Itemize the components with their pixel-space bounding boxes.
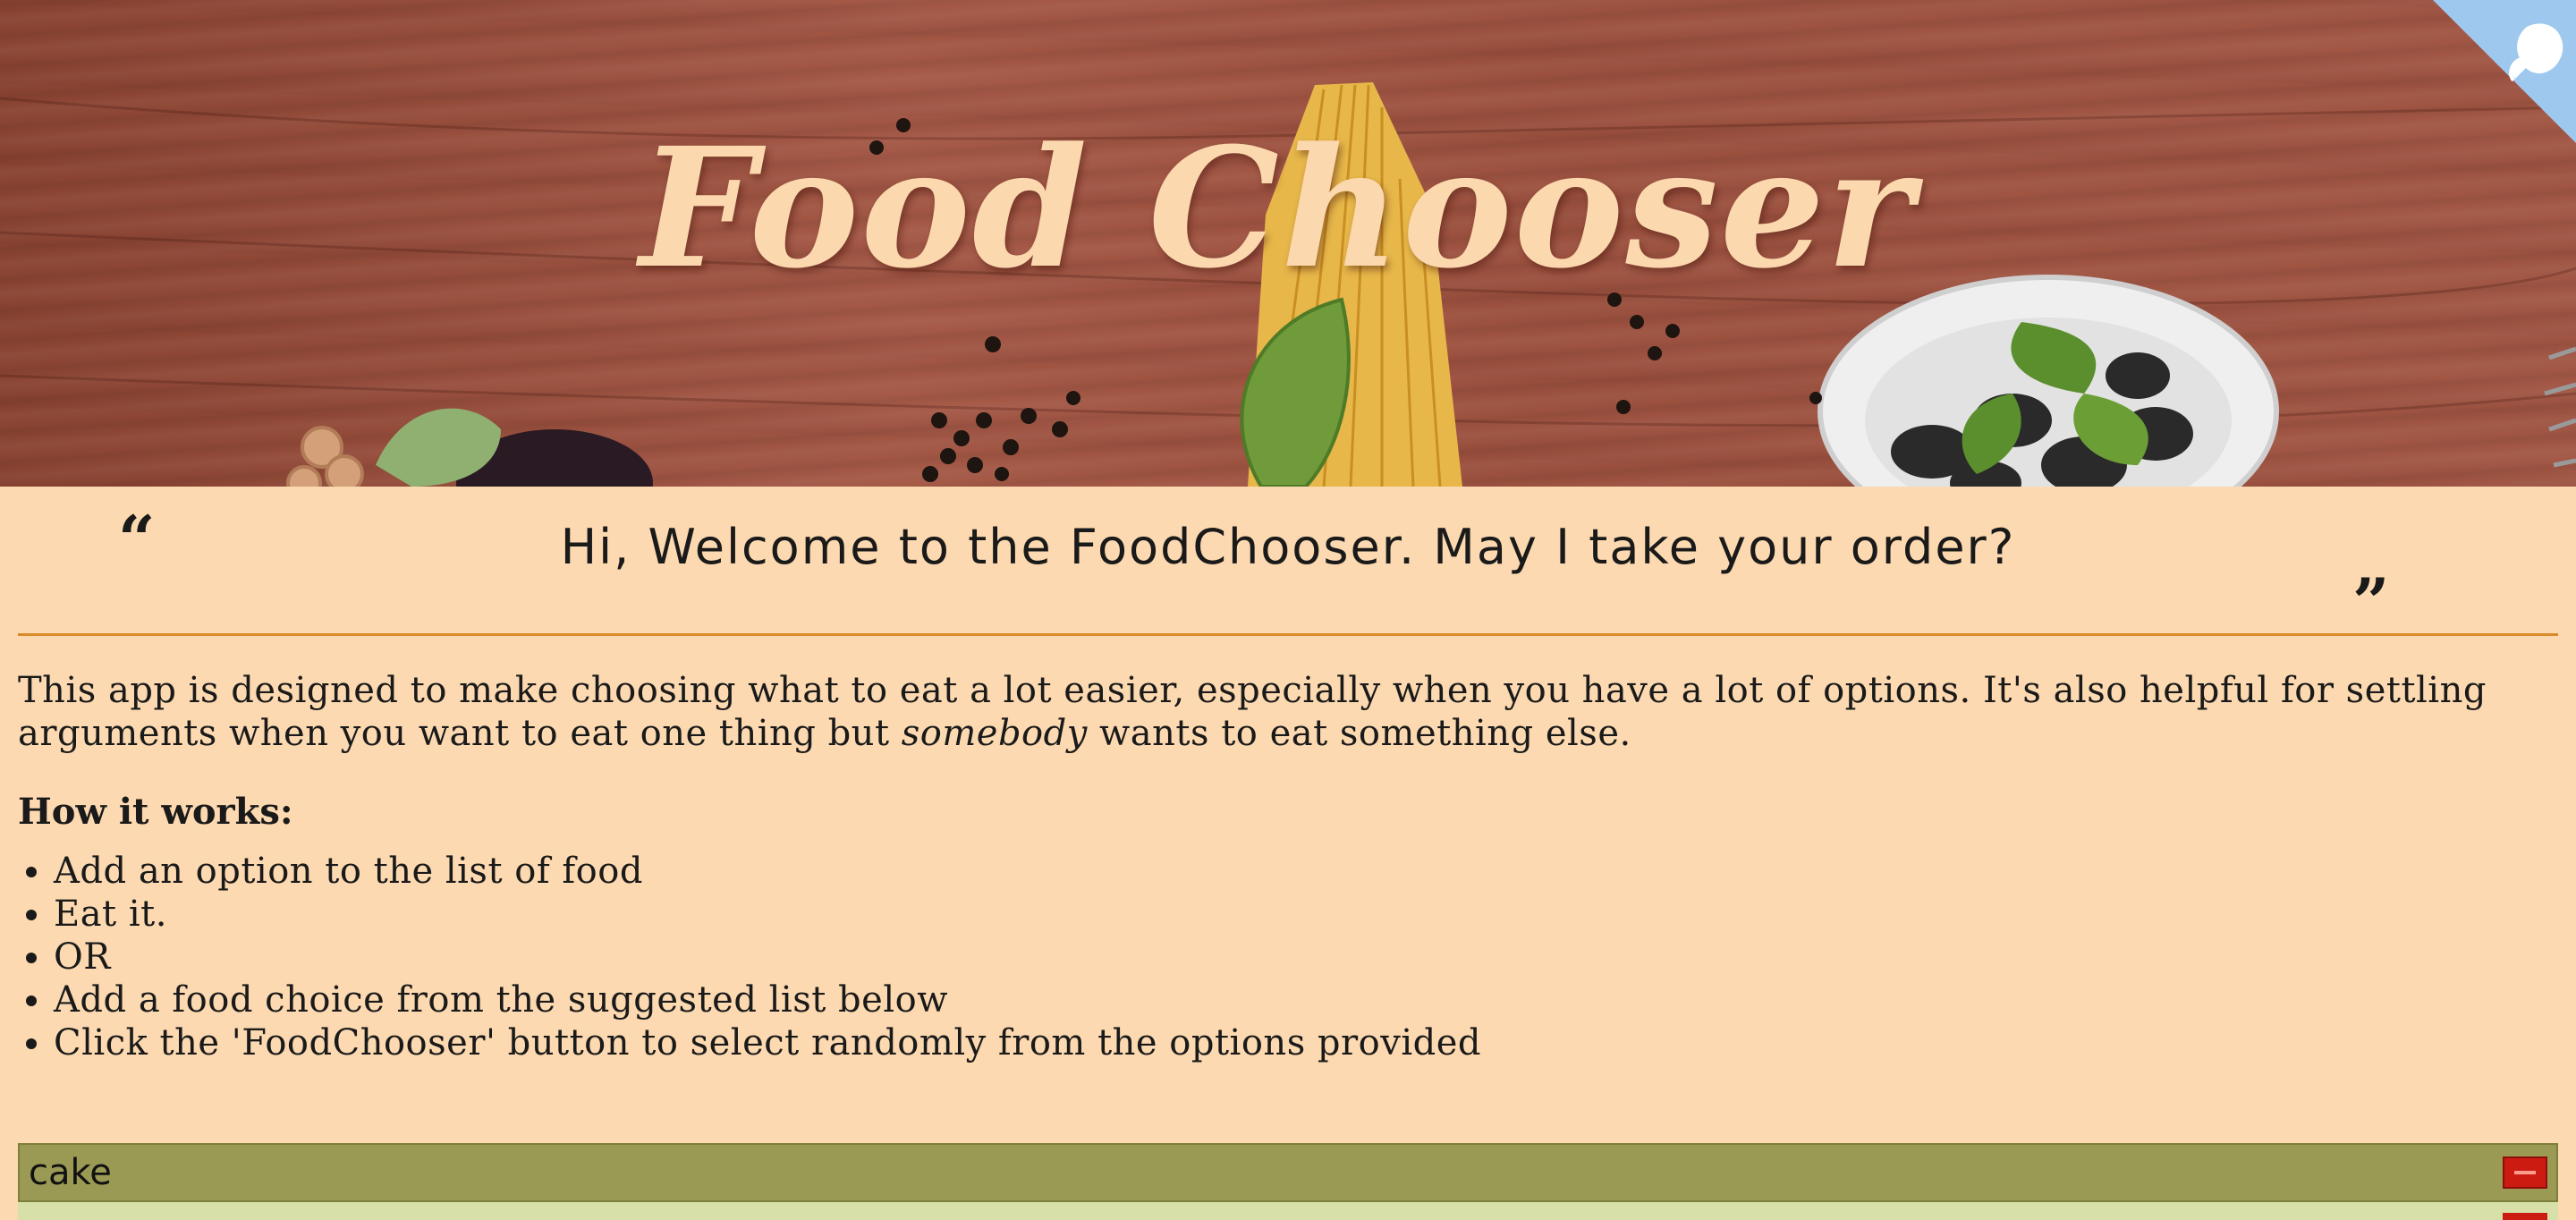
app-title: Food Chooser <box>640 112 1916 305</box>
octocat-icon[interactable] <box>2433 0 2576 143</box>
list-item: Add an option to the list of food <box>54 850 2558 893</box>
how-it-works-heading: How it works: <box>18 791 293 833</box>
description-section: This app is designed to make choosing wh… <box>18 669 2558 1064</box>
minus-icon <box>2514 1171 2536 1174</box>
food-options-list: cake <box>18 1143 2558 1220</box>
food-option-row-partial <box>18 1202 2558 1220</box>
how-it-works-list: Add an option to the list of food Eat it… <box>18 850 2558 1064</box>
olive-plate-illustration <box>1818 275 2279 487</box>
food-option-name: cake <box>29 1152 112 1193</box>
intro-paragraph: This app is designed to make choosing wh… <box>18 669 2558 755</box>
remove-food-button-partial[interactable] <box>2503 1213 2547 1220</box>
list-item: Add a food choice from the suggested lis… <box>54 979 2558 1021</box>
hero-banner: Food Chooser <box>0 0 2576 487</box>
list-item: Click the 'FoodChooser' button to select… <box>54 1021 2558 1064</box>
remove-food-button[interactable] <box>2503 1156 2547 1189</box>
list-item: OR <box>54 936 2558 979</box>
list-item: Eat it. <box>54 893 2558 936</box>
close-quote-icon: ” <box>2352 563 2390 640</box>
welcome-message: Hi, Welcome to the FoodChooser. May I ta… <box>560 519 2016 575</box>
intro-emphasis: somebody <box>901 713 1088 754</box>
welcome-banner: “ Hi, Welcome to the FoodChooser. May I … <box>18 501 2558 640</box>
food-option-row: cake <box>18 1143 2558 1202</box>
intro-text-after: wants to eat something else. <box>1087 713 1631 754</box>
